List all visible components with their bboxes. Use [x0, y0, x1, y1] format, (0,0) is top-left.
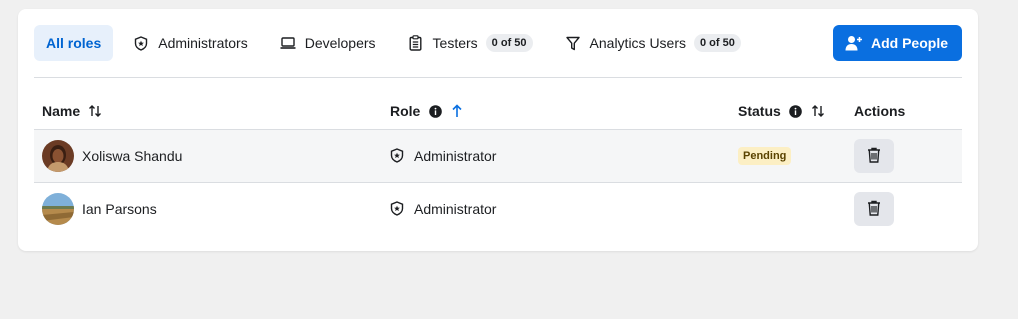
tab-administrators[interactable]: Administrators [121, 25, 259, 61]
add-people-label: Add People [870, 35, 948, 51]
person-name: Xoliswa Shandu [82, 148, 183, 164]
trash-icon [867, 147, 881, 166]
actions-cell [846, 139, 946, 173]
header-label: Actions [854, 103, 906, 119]
tab-label: Testers [432, 35, 478, 51]
clipboard-icon [408, 35, 424, 51]
filter-icon [565, 35, 581, 51]
tab-all-roles[interactable]: All roles [34, 25, 114, 61]
role-label: Administrator [414, 148, 497, 164]
status-badge: Pending [738, 147, 792, 165]
table-header: Name Role Status Actions [34, 93, 962, 129]
people-card: All roles Administrators Developers Test… [18, 9, 978, 251]
header-label: Status [738, 103, 781, 119]
add-people-button[interactable]: Add People [832, 25, 962, 61]
info-icon[interactable] [428, 104, 442, 118]
analytics-count-badge: 0 of 50 [694, 34, 741, 52]
table-row: Xoliswa Shandu Administrator Pending [34, 129, 962, 182]
column-name-header[interactable]: Name [34, 103, 382, 119]
header-label: Name [42, 103, 81, 119]
tab-label: Administrators [158, 35, 248, 51]
shield-icon [390, 148, 406, 164]
header-label: Role [390, 103, 421, 119]
column-role-header[interactable]: Role [382, 103, 730, 119]
role-cell: Administrator [382, 148, 730, 164]
trash-icon [867, 200, 881, 219]
delete-button[interactable] [854, 139, 894, 173]
name-cell: Xoliswa Shandu [34, 140, 382, 172]
tab-testers[interactable]: Testers 0 of 50 [396, 25, 545, 61]
laptop-icon [280, 35, 296, 51]
tab-label: Analytics Users [589, 35, 686, 51]
sort-icon[interactable] [811, 104, 825, 118]
avatar [42, 193, 74, 225]
column-status-header[interactable]: Status [730, 103, 846, 119]
avatar [42, 140, 74, 172]
info-icon[interactable] [789, 104, 803, 118]
tab-label: All roles [46, 35, 102, 51]
testers-count-badge: 0 of 50 [485, 34, 533, 52]
add-person-icon [845, 35, 863, 51]
person-name: Ian Parsons [82, 201, 157, 217]
tab-developers[interactable]: Developers [268, 25, 388, 61]
role-tabs: All roles Administrators Developers Test… [34, 25, 962, 61]
role-cell: Administrator [382, 201, 730, 217]
shield-icon [133, 35, 149, 51]
tab-label: Developers [304, 35, 376, 51]
people-table: Name Role Status Actions Xoliswa Shandu … [34, 93, 962, 235]
sort-ascending-icon[interactable] [450, 104, 464, 118]
status-cell: Pending [730, 147, 846, 165]
table-row: Ian Parsons Administrator [34, 182, 962, 235]
role-label: Administrator [414, 201, 497, 217]
shield-icon [390, 201, 406, 217]
actions-cell [846, 192, 946, 226]
column-actions-header: Actions [846, 103, 946, 119]
name-cell: Ian Parsons [34, 193, 382, 225]
sort-icon[interactable] [88, 104, 102, 118]
divider [34, 77, 962, 78]
delete-button[interactable] [854, 192, 894, 226]
tab-analytics-users[interactable]: Analytics Users 0 of 50 [553, 25, 753, 61]
